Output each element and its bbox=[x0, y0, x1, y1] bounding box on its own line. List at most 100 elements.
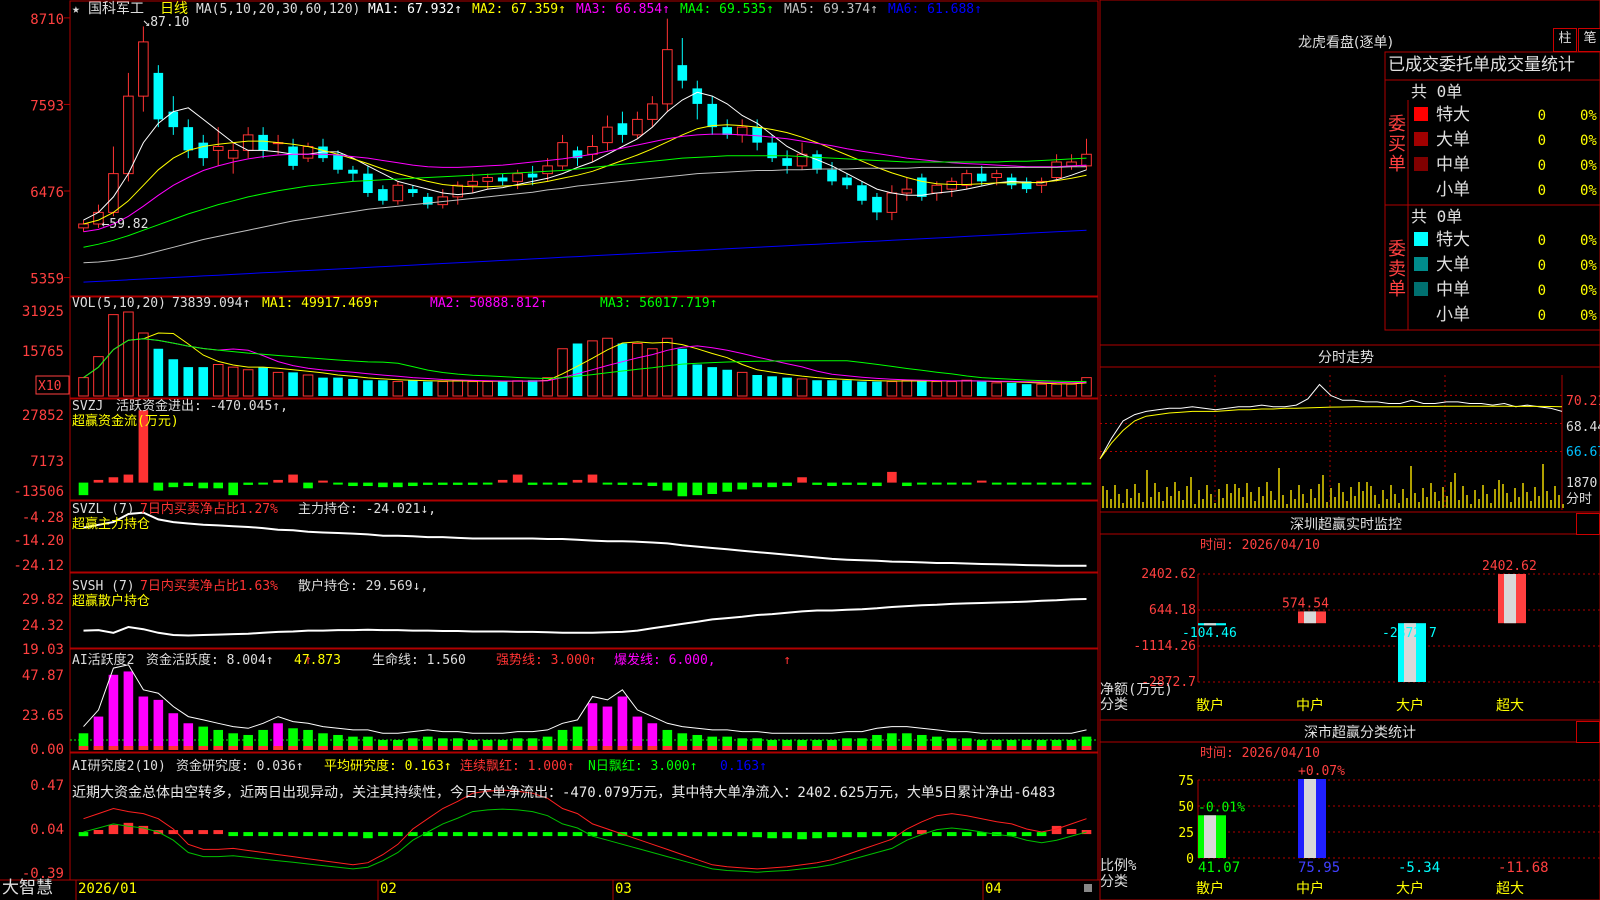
research-bar bbox=[737, 832, 747, 837]
intraday-volume-bar bbox=[1142, 502, 1144, 508]
intraday-volume-bar bbox=[1122, 503, 1124, 508]
activity-base-bar bbox=[243, 746, 253, 750]
volume-bar-down bbox=[842, 380, 852, 396]
intraday-tick-label: 1870 bbox=[1566, 476, 1597, 491]
buy-row-value: 0 bbox=[1538, 158, 1546, 174]
intraday-volume-bar bbox=[1418, 502, 1420, 508]
candle-body-down bbox=[677, 65, 688, 81]
sell-row-name: 大单 bbox=[1436, 255, 1470, 275]
intraday-volume-bar bbox=[1130, 498, 1132, 508]
sell-color-swatch bbox=[1414, 232, 1428, 246]
monitor-tick-label: 2402.62 bbox=[1141, 567, 1196, 582]
research-bar bbox=[303, 832, 313, 837]
intraday-volume-bar bbox=[1342, 492, 1344, 508]
activity-base-bar bbox=[108, 746, 119, 750]
ai-activity-tick-label: 47.87 bbox=[22, 668, 64, 684]
volume-bar-up bbox=[662, 337, 673, 397]
capital-inflow-bar bbox=[587, 474, 598, 483]
stats-xlabel: 分类 bbox=[1100, 874, 1128, 890]
intraday-volume-bar bbox=[1430, 483, 1432, 508]
intraday-volume-bar bbox=[1530, 501, 1532, 508]
research-tick-label: 0.47 bbox=[30, 778, 64, 794]
intraday-volume-bar bbox=[1278, 468, 1280, 508]
stats-ylabel: 比例% bbox=[1100, 858, 1137, 874]
capital-inflow-bar bbox=[797, 477, 807, 483]
intraday-volume-bar bbox=[1330, 488, 1332, 508]
sell-row-value: 0 bbox=[1538, 283, 1546, 299]
research-bar bbox=[183, 830, 194, 835]
activity-base-bar bbox=[557, 746, 568, 750]
intraday-volume-bar bbox=[1522, 483, 1524, 508]
candle-body-up bbox=[452, 184, 464, 198]
volume-bar-up bbox=[961, 379, 973, 397]
stats-tick-label: 50 bbox=[1178, 800, 1194, 815]
candle-body-up bbox=[946, 180, 958, 190]
stats-value-label: -5.34 bbox=[1398, 860, 1440, 876]
candle-body-up bbox=[227, 149, 239, 159]
activity-base-bar bbox=[1006, 746, 1017, 750]
volume-bar-down bbox=[872, 381, 882, 396]
stats-title: 深市超赢分类统计 bbox=[1304, 724, 1416, 741]
ma-legend-0: MA(5,10,20,30,60,120) bbox=[196, 2, 360, 17]
research-bar bbox=[378, 832, 388, 837]
research-bar bbox=[662, 832, 673, 837]
capital-outflow-bar bbox=[423, 482, 433, 485]
research-bar bbox=[647, 832, 658, 837]
monitor-settings-button[interactable] bbox=[1576, 513, 1600, 535]
monitor-value-label: 574.54 bbox=[1282, 596, 1329, 611]
candle-body-up bbox=[392, 184, 404, 202]
stats-tick-label: 0 bbox=[1186, 852, 1194, 867]
capital-inflow-bar bbox=[887, 471, 897, 483]
research-bar bbox=[243, 832, 253, 837]
buy-row-name: 小单 bbox=[1436, 180, 1470, 200]
research-bar bbox=[797, 832, 807, 840]
stats-date: 时间: 2026/04/10 bbox=[1200, 746, 1320, 761]
ai-activity-legend-2: 47.873 bbox=[294, 653, 341, 668]
bar-view-tab[interactable]: 柱 bbox=[1553, 28, 1577, 52]
capital-outflow-bar bbox=[767, 482, 777, 488]
capital-outflow-bar bbox=[467, 482, 478, 485]
intraday-volume-bar bbox=[1102, 486, 1104, 508]
buy-row-percent: 0% bbox=[1580, 158, 1597, 174]
activity-base-bar bbox=[737, 746, 747, 750]
intraday-volume-bar bbox=[1514, 488, 1516, 508]
candle-body-down bbox=[976, 173, 987, 182]
volume-bar-up bbox=[467, 381, 479, 397]
activity-base-bar bbox=[123, 746, 134, 750]
intraday-volume-bar bbox=[1346, 501, 1348, 508]
monitor-tick-label: 644.18 bbox=[1149, 603, 1196, 618]
stats-category: 中户 bbox=[1296, 880, 1324, 897]
svzl-tick-label: -14.20 bbox=[13, 533, 64, 549]
activity-base-bar bbox=[378, 746, 388, 750]
dragon-panel-title: 龙虎看盘(逐单) bbox=[1098, 28, 1393, 52]
intraday-volume-bar bbox=[1246, 483, 1248, 508]
x-date-label: 2026/01 bbox=[78, 881, 137, 897]
buy-row-value: 0 bbox=[1538, 133, 1546, 149]
intraday-volume-bar bbox=[1106, 490, 1108, 508]
capital-outflow-bar bbox=[153, 482, 164, 491]
capital-outflow-bar bbox=[842, 482, 852, 485]
stats-tick-label: 75 bbox=[1178, 774, 1194, 789]
activity-bar bbox=[93, 716, 104, 750]
volume-bar-down bbox=[722, 369, 733, 396]
research-commentary: 近期大资金总体由空转多，近两日出现异动，关注其持续性，今日大单净流出：-470.… bbox=[72, 784, 1055, 801]
activity-bar bbox=[168, 713, 179, 750]
candle-body-down bbox=[782, 158, 792, 166]
activity-base-bar bbox=[1036, 746, 1047, 750]
volume-bar-down bbox=[857, 381, 867, 396]
capital-outflow-bar bbox=[617, 482, 628, 485]
sell-total-label: 共 0单 bbox=[1411, 207, 1462, 226]
capital-outflow-bar bbox=[228, 482, 238, 496]
stats-settings-button[interactable] bbox=[1576, 721, 1600, 743]
activity-base-bar bbox=[363, 746, 373, 750]
tick-view-tab[interactable]: 笔 bbox=[1578, 28, 1600, 52]
intraday-volume-bar bbox=[1126, 489, 1128, 508]
monitor-xlabel: 分类 bbox=[1100, 697, 1128, 713]
volume-bar-up bbox=[991, 382, 1002, 397]
buy-color-swatch bbox=[1414, 157, 1428, 171]
volume-bar-up bbox=[392, 381, 404, 397]
intraday-tick-label: 68.44 bbox=[1566, 420, 1600, 435]
activity-base-bar bbox=[437, 746, 448, 750]
capital-outflow-bar bbox=[452, 482, 463, 485]
intraday-volume-bar bbox=[1374, 495, 1376, 508]
